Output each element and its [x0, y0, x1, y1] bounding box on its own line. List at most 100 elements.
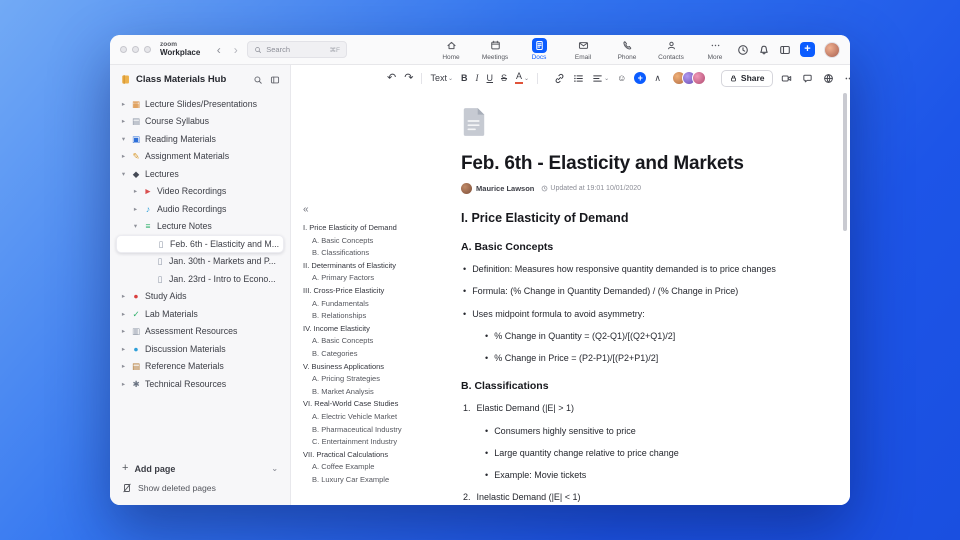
- chevron-right-icon[interactable]: ▸: [120, 310, 127, 318]
- bold-button[interactable]: B: [461, 73, 468, 83]
- outline-item[interactable]: B. Classifications: [303, 247, 419, 260]
- outline-item[interactable]: III. Cross-Price Elasticity: [303, 285, 419, 298]
- chevron-right-icon[interactable]: ▸: [120, 362, 127, 370]
- nav-tab-contacts[interactable]: Contacts: [655, 38, 687, 61]
- redo-button[interactable]: ↷: [404, 72, 413, 84]
- outline-item[interactable]: A. Primary Factors: [303, 272, 419, 285]
- sidebar-item[interactable]: ▸ ♪ Audio Recordings: [116, 200, 284, 218]
- chevron-right-icon[interactable]: ▸: [120, 152, 127, 160]
- text-style-dropdown[interactable]: Text ⌄: [430, 73, 453, 83]
- emoji-button[interactable]: ☺: [617, 73, 626, 83]
- underline-button[interactable]: U: [487, 73, 494, 83]
- outline-item[interactable]: B. Categories: [303, 348, 419, 361]
- strikethrough-button[interactable]: S: [501, 73, 507, 83]
- outline-item[interactable]: II. Determinants of Elasticity: [303, 260, 419, 273]
- add-page-chevron-icon[interactable]: ⌄: [271, 464, 278, 473]
- outline-item[interactable]: VII. Practical Calculations: [303, 449, 419, 462]
- new-doc-button[interactable]: +: [800, 42, 815, 57]
- sidebar-item[interactable]: ▯ Jan. 30th - Markets and P...: [116, 253, 284, 271]
- bullet-list-button[interactable]: [573, 73, 584, 84]
- sidebar-item[interactable]: ▯ Jan. 23rd - Intro to Econo...: [116, 270, 284, 288]
- outline-item[interactable]: A. Pricing Strategies: [303, 373, 419, 386]
- document-title[interactable]: Feb. 6th - Elasticity and Markets: [461, 153, 812, 175]
- forward-button[interactable]: ›: [230, 44, 241, 56]
- chevron-right-icon[interactable]: ▸: [120, 100, 127, 108]
- align-button[interactable]: ⌄: [592, 73, 609, 84]
- chevron-down-icon[interactable]: ▾: [120, 170, 127, 178]
- sidebar-item[interactable]: ▸ ● Study Aids: [116, 288, 284, 306]
- outline-item[interactable]: A. Basic Concepts: [303, 235, 419, 248]
- sidebar-item[interactable]: ▯ Feb. 6th - Elasticity and M...: [116, 235, 285, 253]
- outline-item[interactable]: A. Fundamentals: [303, 298, 419, 311]
- sidebar-item[interactable]: ▾ ◆ Lectures: [116, 165, 284, 183]
- chevron-right-icon[interactable]: ▸: [120, 292, 127, 300]
- share-button[interactable]: Share: [720, 69, 773, 87]
- outline-item[interactable]: B. Market Analysis: [303, 386, 419, 399]
- outline-item[interactable]: B. Relationships: [303, 310, 419, 323]
- add-page-button[interactable]: + Add page ⌄: [122, 463, 278, 474]
- bullet-icon: •: [485, 447, 489, 458]
- recent-activity-button[interactable]: [737, 44, 749, 56]
- outline-collapse-button[interactable]: «: [303, 205, 309, 215]
- sidebar-item[interactable]: ▸ ▦ Lecture Slides/Presentations: [116, 95, 284, 113]
- sidebar-item[interactable]: ▸ ▥ Assessment Resources: [116, 323, 284, 341]
- chevron-right-icon[interactable]: ▸: [120, 380, 127, 388]
- sidebar-item[interactable]: ▸ ✎ Assignment Materials: [116, 148, 284, 166]
- sidebar-collapse-icon[interactable]: [270, 75, 280, 85]
- outline-item[interactable]: B. Luxury Car Example: [303, 474, 419, 487]
- more-options-button[interactable]: [844, 73, 850, 84]
- clock-icon: [542, 185, 548, 192]
- sidebar-item[interactable]: ▸ ▤ Reference Materials: [116, 358, 284, 376]
- nav-tab-email[interactable]: Email: [567, 38, 599, 61]
- nav-tab-home[interactable]: Home: [435, 38, 467, 61]
- sidebar-item[interactable]: ▸ ✓ Lab Materials: [116, 305, 284, 323]
- text-color-button[interactable]: A ⌄: [515, 72, 529, 84]
- chevron-down-icon[interactable]: ▾: [120, 135, 127, 143]
- minimize-window-button[interactable]: [132, 46, 139, 53]
- outline-item[interactable]: A. Electric Vehicle Market: [303, 411, 419, 424]
- chevron-down-icon[interactable]: ▾: [132, 222, 139, 230]
- outline-item[interactable]: A. Basic Concepts: [303, 335, 419, 348]
- outline-item[interactable]: VI. Real-World Case Studies: [303, 398, 419, 411]
- show-deleted-pages-button[interactable]: Show deleted pages: [122, 483, 278, 493]
- collaborator-avatar[interactable]: [691, 71, 706, 85]
- global-search-input[interactable]: Search ⌘F: [247, 41, 347, 58]
- panel-toggle-button[interactable]: [779, 44, 791, 56]
- nav-tab-meetings[interactable]: Meetings: [479, 38, 511, 61]
- outline-item[interactable]: V. Business Applications: [303, 361, 419, 374]
- notifications-button[interactable]: [758, 44, 770, 56]
- outline-item[interactable]: A. Coffee Example: [303, 461, 419, 474]
- document-scrollbar[interactable]: [843, 93, 847, 231]
- outline-item[interactable]: I. Price Elasticity of Demand: [303, 222, 419, 235]
- nav-tab-more[interactable]: More: [699, 38, 731, 61]
- start-video-button[interactable]: [781, 73, 792, 84]
- chevron-right-icon[interactable]: ▸: [120, 327, 127, 335]
- sidebar-item[interactable]: ▾ ▣ Reading Materials: [116, 130, 284, 148]
- sidebar-search-icon[interactable]: [253, 75, 263, 85]
- sidebar-item[interactable]: ▸ ✱ Technical Resources: [116, 375, 284, 393]
- collapse-toolbar-button[interactable]: ∧: [654, 73, 661, 83]
- back-button[interactable]: ‹: [213, 44, 224, 56]
- maximize-window-button[interactable]: [144, 46, 151, 53]
- nav-tab-docs[interactable]: Docs: [523, 38, 555, 61]
- italic-button[interactable]: I: [476, 73, 479, 83]
- outline-item[interactable]: B. Pharmaceutical Industry: [303, 424, 419, 437]
- comments-button[interactable]: [802, 73, 813, 84]
- sidebar-item[interactable]: ▸ ► Video Recordings: [116, 183, 284, 201]
- profile-avatar[interactable]: [824, 41, 840, 58]
- sidebar-item[interactable]: ▾ ≡ Lecture Notes: [116, 218, 284, 236]
- chevron-right-icon[interactable]: ▸: [120, 345, 127, 353]
- chevron-right-icon[interactable]: ▸: [120, 117, 127, 125]
- close-window-button[interactable]: [120, 46, 127, 53]
- insert-button[interactable]: +: [634, 72, 647, 84]
- nav-tab-phone[interactable]: Phone: [611, 38, 643, 61]
- chevron-right-icon[interactable]: ▸: [132, 205, 139, 213]
- link-button[interactable]: [554, 73, 565, 84]
- sidebar-item[interactable]: ▸ ● Discussion Materials: [116, 340, 284, 358]
- sidebar-item[interactable]: ▸ ▤ Course Syllabus: [116, 113, 284, 131]
- outline-item[interactable]: C. Entertainment Industry: [303, 436, 419, 449]
- undo-button[interactable]: ↶: [387, 72, 396, 84]
- language-button[interactable]: [823, 73, 834, 84]
- chevron-right-icon[interactable]: ▸: [132, 187, 139, 195]
- outline-item[interactable]: IV. Income Elasticity: [303, 323, 419, 336]
